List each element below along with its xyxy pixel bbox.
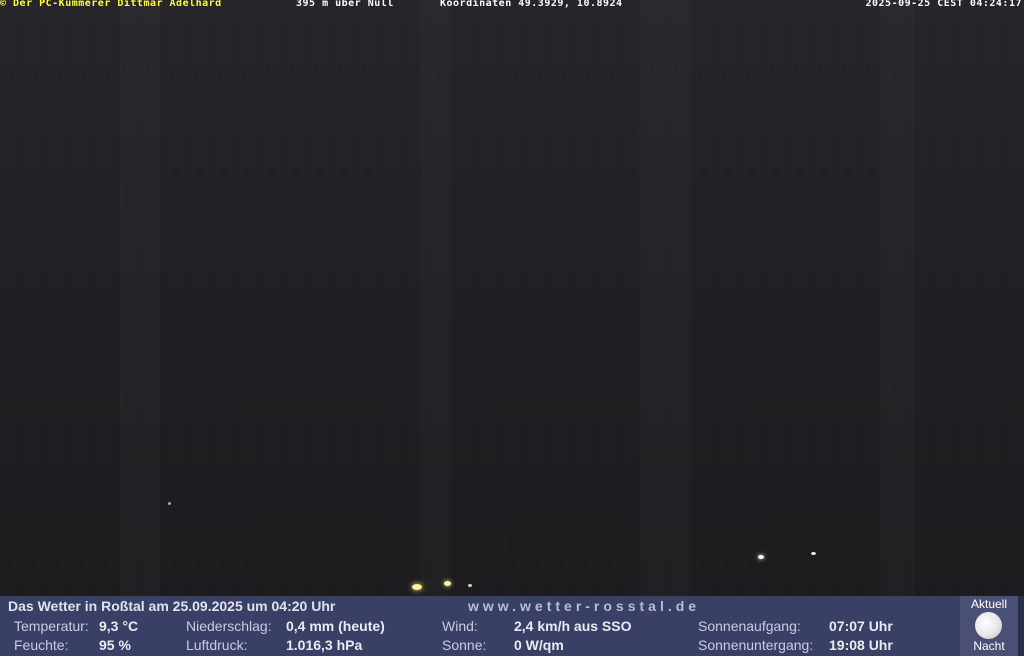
humidity-label: Feuchte: [14, 637, 69, 653]
distant-light [168, 502, 171, 505]
wind-value: 2,4 km/h aus SSO [514, 618, 632, 634]
precipitation-label: Niederschlag: [186, 618, 272, 634]
sunset-value: 19:08 Uhr [829, 637, 893, 653]
precipitation-value: 0,4 mm (heute) [286, 618, 385, 634]
sensor-noise-band [420, 0, 450, 596]
distant-light [468, 584, 472, 587]
sun-value: 0 W/qm [514, 637, 564, 653]
website-text: www.wetter-rosstal.de [468, 598, 701, 614]
temperature-value: 9,3 °C [99, 618, 139, 634]
sunrise-value: 07:07 Uhr [829, 618, 893, 634]
distant-light [758, 555, 764, 559]
humidity-value: 95 % [99, 637, 131, 653]
coordinates-text: Koordinaten 49.3929, 10.8924 [440, 0, 623, 9]
sunset-label: Sonnenuntergang: [698, 637, 814, 653]
webcam-view: © Der PC-Kümmerer Dittmar Adelhard 395 m… [0, 0, 1024, 656]
distant-light [811, 552, 816, 555]
pressure-label: Luftdruck: [186, 637, 248, 653]
wind-label: Wind: [442, 618, 478, 634]
sensor-noise-band [640, 0, 690, 596]
copyright-text: © Der PC-Kümmerer Dittmar Adelhard [0, 0, 222, 9]
distant-light [412, 584, 422, 590]
timestamp-text: 2025-09-25 CEST 04:24:17 [865, 0, 1022, 9]
weather-panel: Das Wetter in Roßtal am 25.09.2025 um 04… [0, 596, 960, 656]
current-condition-badge: Aktuell Nacht [960, 596, 1018, 656]
sunrise-label: Sonnenaufgang: [698, 618, 801, 634]
sensor-noise-band [880, 0, 915, 596]
elevation-text: 395 m über Null [296, 0, 394, 9]
camera-info-bar: © Der PC-Kümmerer Dittmar Adelhard 395 m… [0, 0, 1024, 10]
sun-label: Sonne: [442, 637, 487, 653]
sensor-noise-band [120, 0, 160, 596]
badge-current-label: Aktuell [970, 597, 1008, 611]
moon-icon [975, 612, 1002, 639]
badge-condition-label: Nacht [973, 639, 1005, 653]
pressure-value: 1.016,3 hPa [286, 637, 363, 653]
night-sky-image [0, 0, 1024, 596]
weather-title: Das Wetter in Roßtal am 25.09.2025 um 04… [8, 598, 336, 614]
distant-light [444, 581, 451, 586]
temperature-label: Temperatur: [14, 618, 89, 634]
panel-edge [1018, 596, 1024, 656]
